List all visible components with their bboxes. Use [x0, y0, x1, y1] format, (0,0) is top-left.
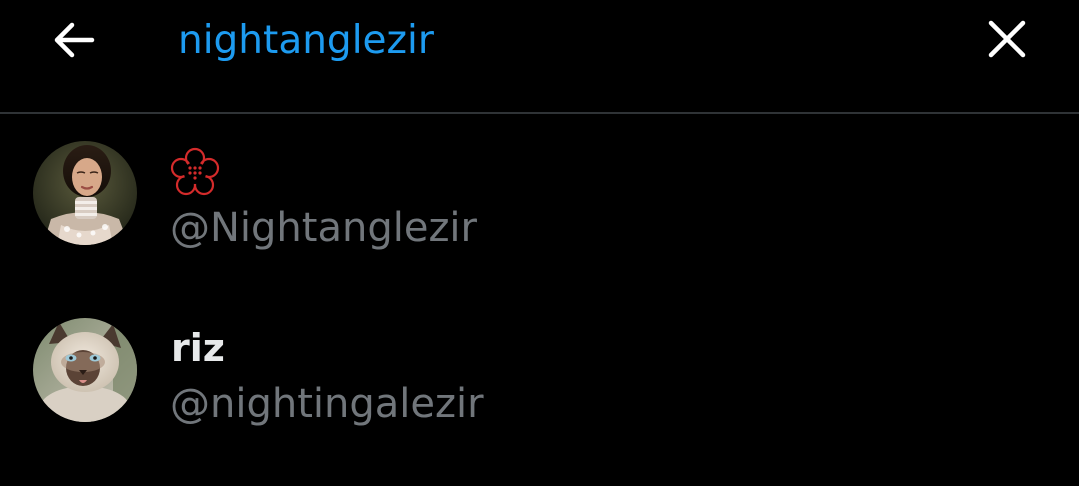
search-result-item[interactable]: @Nightanglezir: [0, 130, 1079, 280]
close-icon: [988, 20, 1026, 58]
search-input[interactable]: [178, 14, 938, 66]
red-flower-emblem-icon: [168, 146, 222, 200]
result-handle: @Nightanglezir: [170, 205, 477, 251]
result-handle: @nightingalezir: [170, 381, 484, 427]
search-result-item[interactable]: riz @nightingalezir: [0, 300, 1079, 450]
arrow-left-icon: [54, 22, 95, 58]
clear-search-button[interactable]: [978, 10, 1036, 68]
back-button[interactable]: [46, 12, 102, 68]
siamese-cat-avatar: [33, 318, 137, 422]
avatar[interactable]: [33, 318, 137, 422]
search-header: [0, 0, 1079, 114]
result-display-name: riz: [171, 326, 225, 370]
avatar[interactable]: [33, 141, 137, 245]
woman-portrait-avatar: [33, 141, 137, 245]
